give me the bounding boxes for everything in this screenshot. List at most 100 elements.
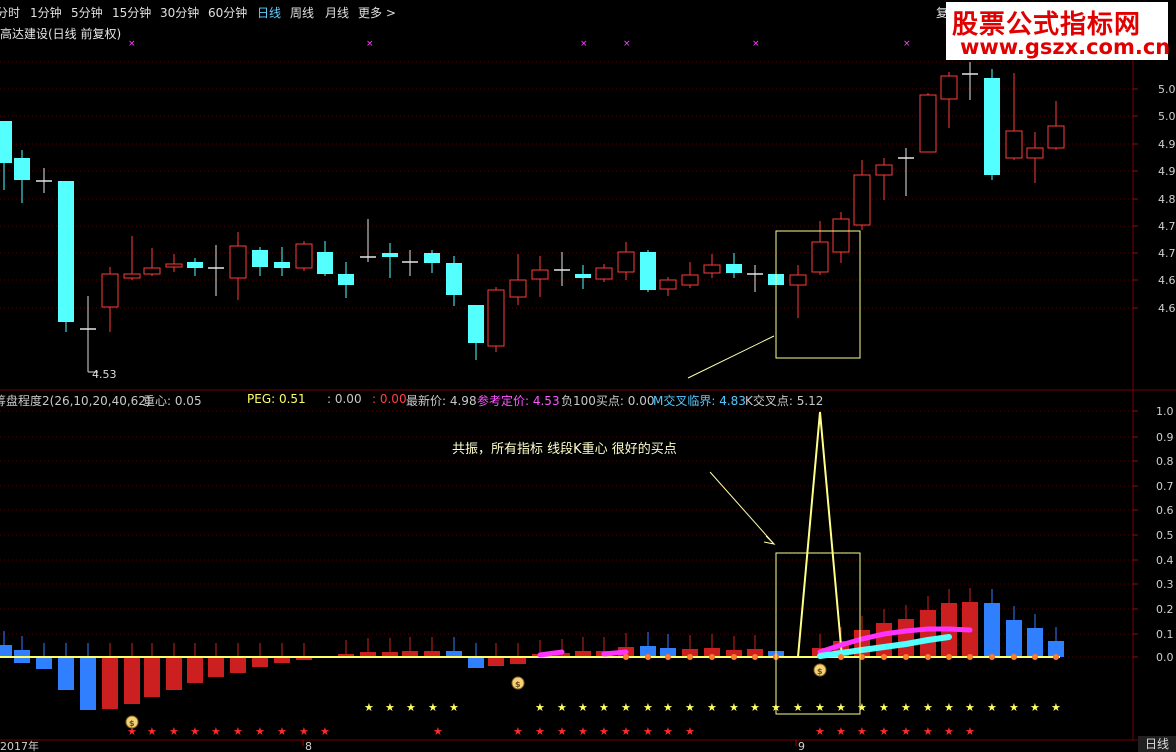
kline-chart[interactable]: 5.05.04.94.94.84.74.74.64.6 × × × × × × 4.53 …: [0, 0, 1176, 752]
red-star-icon: ★: [557, 725, 567, 738]
date-label-aug: 8: [305, 740, 312, 752]
yellow-star-icon: ★: [1009, 701, 1019, 714]
red-star-icon: ★: [233, 725, 243, 738]
candle-up: [229, 245, 247, 279]
candle-down: [446, 263, 462, 295]
candle-up: [940, 75, 958, 100]
arrow-line-price: [687, 335, 775, 379]
candle-up: [681, 274, 699, 286]
candle-up: [531, 269, 549, 280]
period-indicator-tab[interactable]: 日线: [1138, 736, 1176, 752]
yellow-star-icon: ★: [663, 701, 673, 714]
indicator-tick-label: 0.9: [1156, 431, 1174, 444]
zero-dot: [989, 654, 995, 660]
candle-down: [14, 158, 30, 180]
indicator-tick-label: 0.1: [1156, 628, 1174, 641]
indicator-tick-label: 0.0: [1156, 651, 1174, 664]
zero-dot: [946, 654, 952, 660]
candle-down: [424, 253, 440, 263]
candle-down: [252, 250, 268, 267]
signal-cross-icon: ×: [128, 39, 136, 49]
indicator-bar: [488, 657, 504, 666]
indicator-bar: [58, 657, 74, 690]
yellow-star-icon: ★: [406, 701, 416, 714]
candle-up: [617, 251, 635, 273]
signal-cross-icon: ×: [366, 39, 374, 49]
zero-dot: [665, 654, 671, 660]
yellow-star-icon: ★: [1051, 701, 1061, 714]
red-star-icon: ★: [879, 725, 889, 738]
signal-cross-icon: ×: [903, 39, 911, 49]
candle-up: [832, 218, 850, 253]
annotation-text: 共振，所有指标 线段K重心 很好的买点: [452, 441, 677, 457]
red-star-icon: ★: [299, 725, 309, 738]
candle-down: [338, 274, 354, 285]
candle-down: [317, 252, 333, 274]
indicator-bar: [876, 623, 892, 657]
yellow-star-icon: ★: [1030, 701, 1040, 714]
indicator-bar: [166, 657, 182, 690]
candle-down: [382, 253, 398, 257]
value-b: : 0.00: [372, 392, 407, 406]
indicator-bar: [984, 603, 1000, 657]
yellow-star-icon: ★: [793, 701, 803, 714]
yellow-star-icon: ★: [815, 701, 825, 714]
indicator-bar: [187, 657, 203, 683]
candle-up: [1047, 125, 1065, 149]
signal-cross-icon: ×: [623, 39, 631, 49]
indicator-bar: [208, 657, 224, 677]
yellow-star-icon: ★: [857, 701, 867, 714]
candle-down: [187, 262, 203, 268]
logo-url: www.gszx.com.cn: [960, 35, 1171, 59]
indicator-bar: [144, 657, 160, 697]
indicator-name: 筹盘程度2(26,10,20,40,62): [0, 394, 151, 408]
indicator-tick-label: 0.3: [1156, 578, 1174, 591]
red-star-icon: ★: [857, 725, 867, 738]
red-star-icon: ★: [255, 725, 265, 738]
price-axis: 5.0 5.0 4.9 4.9 4.8 4.7 4.7 4.6 4.6: [1133, 83, 1176, 315]
yellow-star-icon: ★: [428, 701, 438, 714]
red-star-icon: ★: [944, 725, 954, 738]
indicator-bars: [0, 588, 1064, 710]
zero-dot: [903, 654, 909, 660]
center-value: 重心: 0.05: [143, 394, 202, 408]
money-bag-symbol: $: [817, 667, 823, 676]
yellow-star-icon: ★: [987, 701, 997, 714]
indicator-tick-label: 0.8: [1156, 455, 1174, 468]
yellow-star-icon: ★: [750, 701, 760, 714]
yellow-star-icon: ★: [685, 701, 695, 714]
red-star-icon: ★: [169, 725, 179, 738]
indicator-tick-label: 0.2: [1156, 603, 1174, 616]
yellow-star-icon: ★: [944, 701, 954, 714]
indicator-bar: [1006, 620, 1022, 657]
money-bag-symbol: $: [129, 719, 135, 728]
magenta-curve-segment: [537, 649, 565, 658]
magenta-curve-segment: [601, 649, 629, 657]
price-tick-label: 4.9: [1158, 165, 1176, 178]
candle-up: [853, 174, 871, 226]
zero-dot: [623, 654, 629, 660]
zero-dot: [645, 654, 651, 660]
indicator-bar: [1027, 628, 1043, 657]
candle-up: [595, 267, 613, 280]
indicator-tick-label: 0.4: [1156, 554, 1174, 567]
red-star-icon: ★: [965, 725, 975, 738]
price-tick-label: 4.9: [1158, 138, 1176, 151]
arrow-head-icon: [763, 535, 776, 545]
candle-down: [274, 262, 290, 268]
candle-down: [468, 305, 484, 343]
candle-up: [919, 94, 937, 153]
price-tick-label: 5.0: [1158, 110, 1176, 123]
red-star-icon: ★: [578, 725, 588, 738]
indicator-axis: 1.0 0.9 0.8 0.7 0.6 0.5 0.4 0.3 0.2 0.1 0.0: [1133, 405, 1174, 664]
candle-up: [123, 273, 141, 279]
money-bag-icons: $ $ $: [125, 663, 827, 729]
zero-dot: [731, 654, 737, 660]
red-star-icon: ★: [836, 725, 846, 738]
red-star-icon: ★: [211, 725, 221, 738]
candle-down: [984, 78, 1000, 175]
candle-up: [811, 241, 829, 273]
candle-up: [875, 164, 893, 176]
price-tick-label: 4.7: [1158, 247, 1176, 260]
indicator-bar: [102, 657, 118, 709]
